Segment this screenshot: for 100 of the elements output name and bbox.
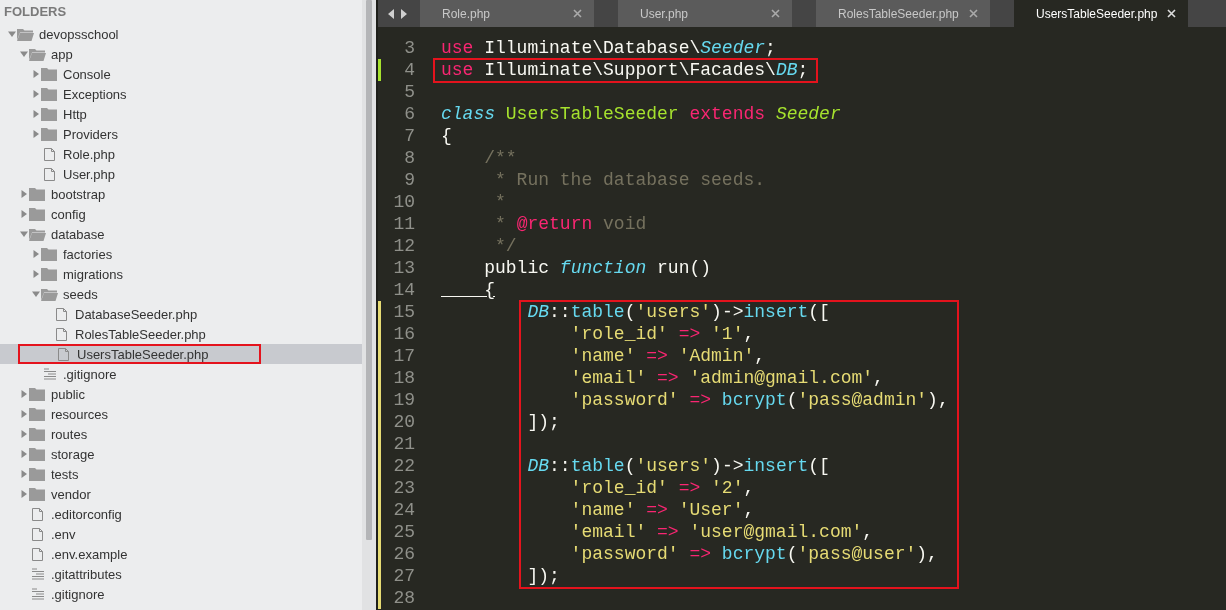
caret-down-icon[interactable] bbox=[20, 50, 28, 58]
file-icon bbox=[41, 147, 58, 161]
tree-item[interactable]: migrations bbox=[0, 264, 362, 284]
code-line: * bbox=[494, 191, 506, 213]
line-number: 18 bbox=[378, 367, 441, 389]
code-line: * Run the database seeds. bbox=[494, 169, 766, 191]
line-number: 4 bbox=[378, 59, 441, 81]
caret-right-icon[interactable] bbox=[20, 190, 28, 198]
line-number: 28 bbox=[378, 587, 441, 609]
folder-icon bbox=[41, 247, 58, 261]
tree-item[interactable]: bootstrap bbox=[0, 184, 362, 204]
folder-icon bbox=[29, 447, 46, 461]
code-line: */ bbox=[494, 235, 517, 257]
caret-down-icon[interactable] bbox=[8, 30, 16, 38]
caret-right-icon[interactable] bbox=[32, 70, 40, 78]
tree-item[interactable]: routes bbox=[0, 424, 362, 444]
line-number: 23 bbox=[378, 477, 441, 499]
line-number: 26 bbox=[378, 543, 441, 565]
change-marker bbox=[378, 59, 381, 81]
tree-item[interactable]: .gitattributes bbox=[0, 564, 362, 584]
caret-down-icon[interactable] bbox=[32, 290, 40, 298]
caret-right-icon[interactable] bbox=[32, 110, 40, 118]
open-folder-icon bbox=[29, 47, 46, 61]
folder-icon bbox=[29, 387, 46, 401]
line-number: 27 bbox=[378, 565, 441, 587]
tree-item[interactable]: Exceptions bbox=[0, 84, 362, 104]
folder-icon bbox=[29, 427, 46, 441]
scrollbar-thumb[interactable] bbox=[366, 0, 372, 540]
line-number: 12 bbox=[392, 235, 416, 257]
file-icon bbox=[29, 527, 46, 541]
caret-right-icon[interactable] bbox=[32, 90, 40, 98]
caret-right-icon[interactable] bbox=[20, 450, 28, 458]
caret-right-icon[interactable] bbox=[32, 270, 40, 278]
tree-item[interactable]: RolesTableSeeder.php bbox=[0, 324, 362, 344]
caret-right-icon[interactable] bbox=[20, 210, 28, 218]
editor-tab[interactable]: RolesTableSeeder.php bbox=[816, 0, 990, 27]
code-line: /** bbox=[483, 147, 517, 169]
caret-right-icon[interactable] bbox=[32, 130, 40, 138]
tree-item[interactable]: .env.example bbox=[0, 544, 362, 564]
tree-item[interactable]: .env bbox=[0, 524, 362, 544]
editor-tab[interactable]: User.php bbox=[618, 0, 792, 27]
line-number: 11 bbox=[392, 213, 416, 235]
folder-icon bbox=[41, 87, 58, 101]
line-number: 20 bbox=[378, 411, 441, 433]
caret-right-icon[interactable] bbox=[20, 390, 28, 398]
line-number: 10 bbox=[392, 191, 416, 213]
tree-item[interactable]: devopsschool bbox=[0, 24, 362, 44]
code-line: class UsersTableSeeder extends Seeder bbox=[441, 103, 841, 125]
tree-item[interactable]: Providers bbox=[0, 124, 362, 144]
caret-right-icon[interactable] bbox=[20, 490, 28, 498]
code-line: * @return void bbox=[494, 213, 647, 235]
open-folder-icon bbox=[29, 227, 46, 241]
tree-item[interactable]: config bbox=[0, 204, 362, 224]
tab-navigation-arrows-icon[interactable] bbox=[388, 8, 408, 19]
tree-item[interactable]: Http bbox=[0, 104, 362, 124]
code-line: 'password' => bcrypt('pass@user'), bbox=[569, 543, 938, 565]
open-folder-icon bbox=[17, 27, 34, 41]
code-line: 'email' => 'admin@gmail.com', bbox=[569, 367, 884, 389]
tree-item[interactable]: public bbox=[0, 384, 362, 404]
tree-item[interactable]: Role.php bbox=[0, 144, 362, 164]
line-number: 9 bbox=[403, 169, 416, 191]
tree-item[interactable]: resources bbox=[0, 404, 362, 424]
tree-item[interactable]: User.php bbox=[0, 164, 362, 184]
tree-item[interactable]: database bbox=[0, 224, 362, 244]
code-line: 'role_id' => '2', bbox=[569, 477, 755, 499]
code-line: { bbox=[441, 125, 452, 147]
line-number: 19 bbox=[378, 389, 441, 411]
code-line: 'name' => 'User', bbox=[569, 499, 755, 521]
editor-tab[interactable]: UsersTableSeeder.php bbox=[1014, 0, 1188, 27]
code-line: DB::table('users')->insert([ bbox=[526, 455, 830, 477]
tree-item[interactable]: .gitignore bbox=[0, 364, 362, 384]
tree-item[interactable]: factories bbox=[0, 244, 362, 264]
tree-item[interactable]: Console bbox=[0, 64, 362, 84]
caret-right-icon[interactable] bbox=[20, 430, 28, 438]
tree-item[interactable]: seeds bbox=[0, 284, 362, 304]
editor-tab[interactable]: Role.php bbox=[420, 0, 594, 27]
line-number: 6 bbox=[403, 103, 416, 125]
file-icon bbox=[55, 347, 72, 361]
caret-down-icon[interactable] bbox=[20, 230, 28, 238]
tree-item[interactable]: vendor bbox=[0, 484, 362, 504]
scrollbar[interactable] bbox=[362, 0, 378, 610]
tree-item[interactable]: .gitignore bbox=[0, 584, 362, 604]
caret-right-icon[interactable] bbox=[32, 250, 40, 258]
caret-right-icon[interactable] bbox=[20, 470, 28, 478]
folder-icon bbox=[29, 487, 46, 501]
folder-icon bbox=[29, 407, 46, 421]
line-number: 13 bbox=[392, 257, 416, 279]
text-lines-icon bbox=[29, 587, 46, 601]
code-line: DB::table('users')->insert([ bbox=[526, 301, 830, 323]
code-line: { bbox=[483, 279, 495, 301]
caret-right-icon[interactable] bbox=[20, 410, 28, 418]
tree-item[interactable]: .editorconfig bbox=[0, 504, 362, 524]
tree-item[interactable]: storage bbox=[0, 444, 362, 464]
folder-icon bbox=[29, 467, 46, 481]
tree-item[interactable]: UsersTableSeeder.php bbox=[0, 344, 362, 364]
tree-item[interactable]: DatabaseSeeder.php bbox=[0, 304, 362, 324]
code-line: public function run() bbox=[483, 257, 712, 279]
tree-item[interactable]: tests bbox=[0, 464, 362, 484]
line-number: 3 bbox=[403, 37, 416, 59]
tree-item[interactable]: app bbox=[0, 44, 362, 64]
